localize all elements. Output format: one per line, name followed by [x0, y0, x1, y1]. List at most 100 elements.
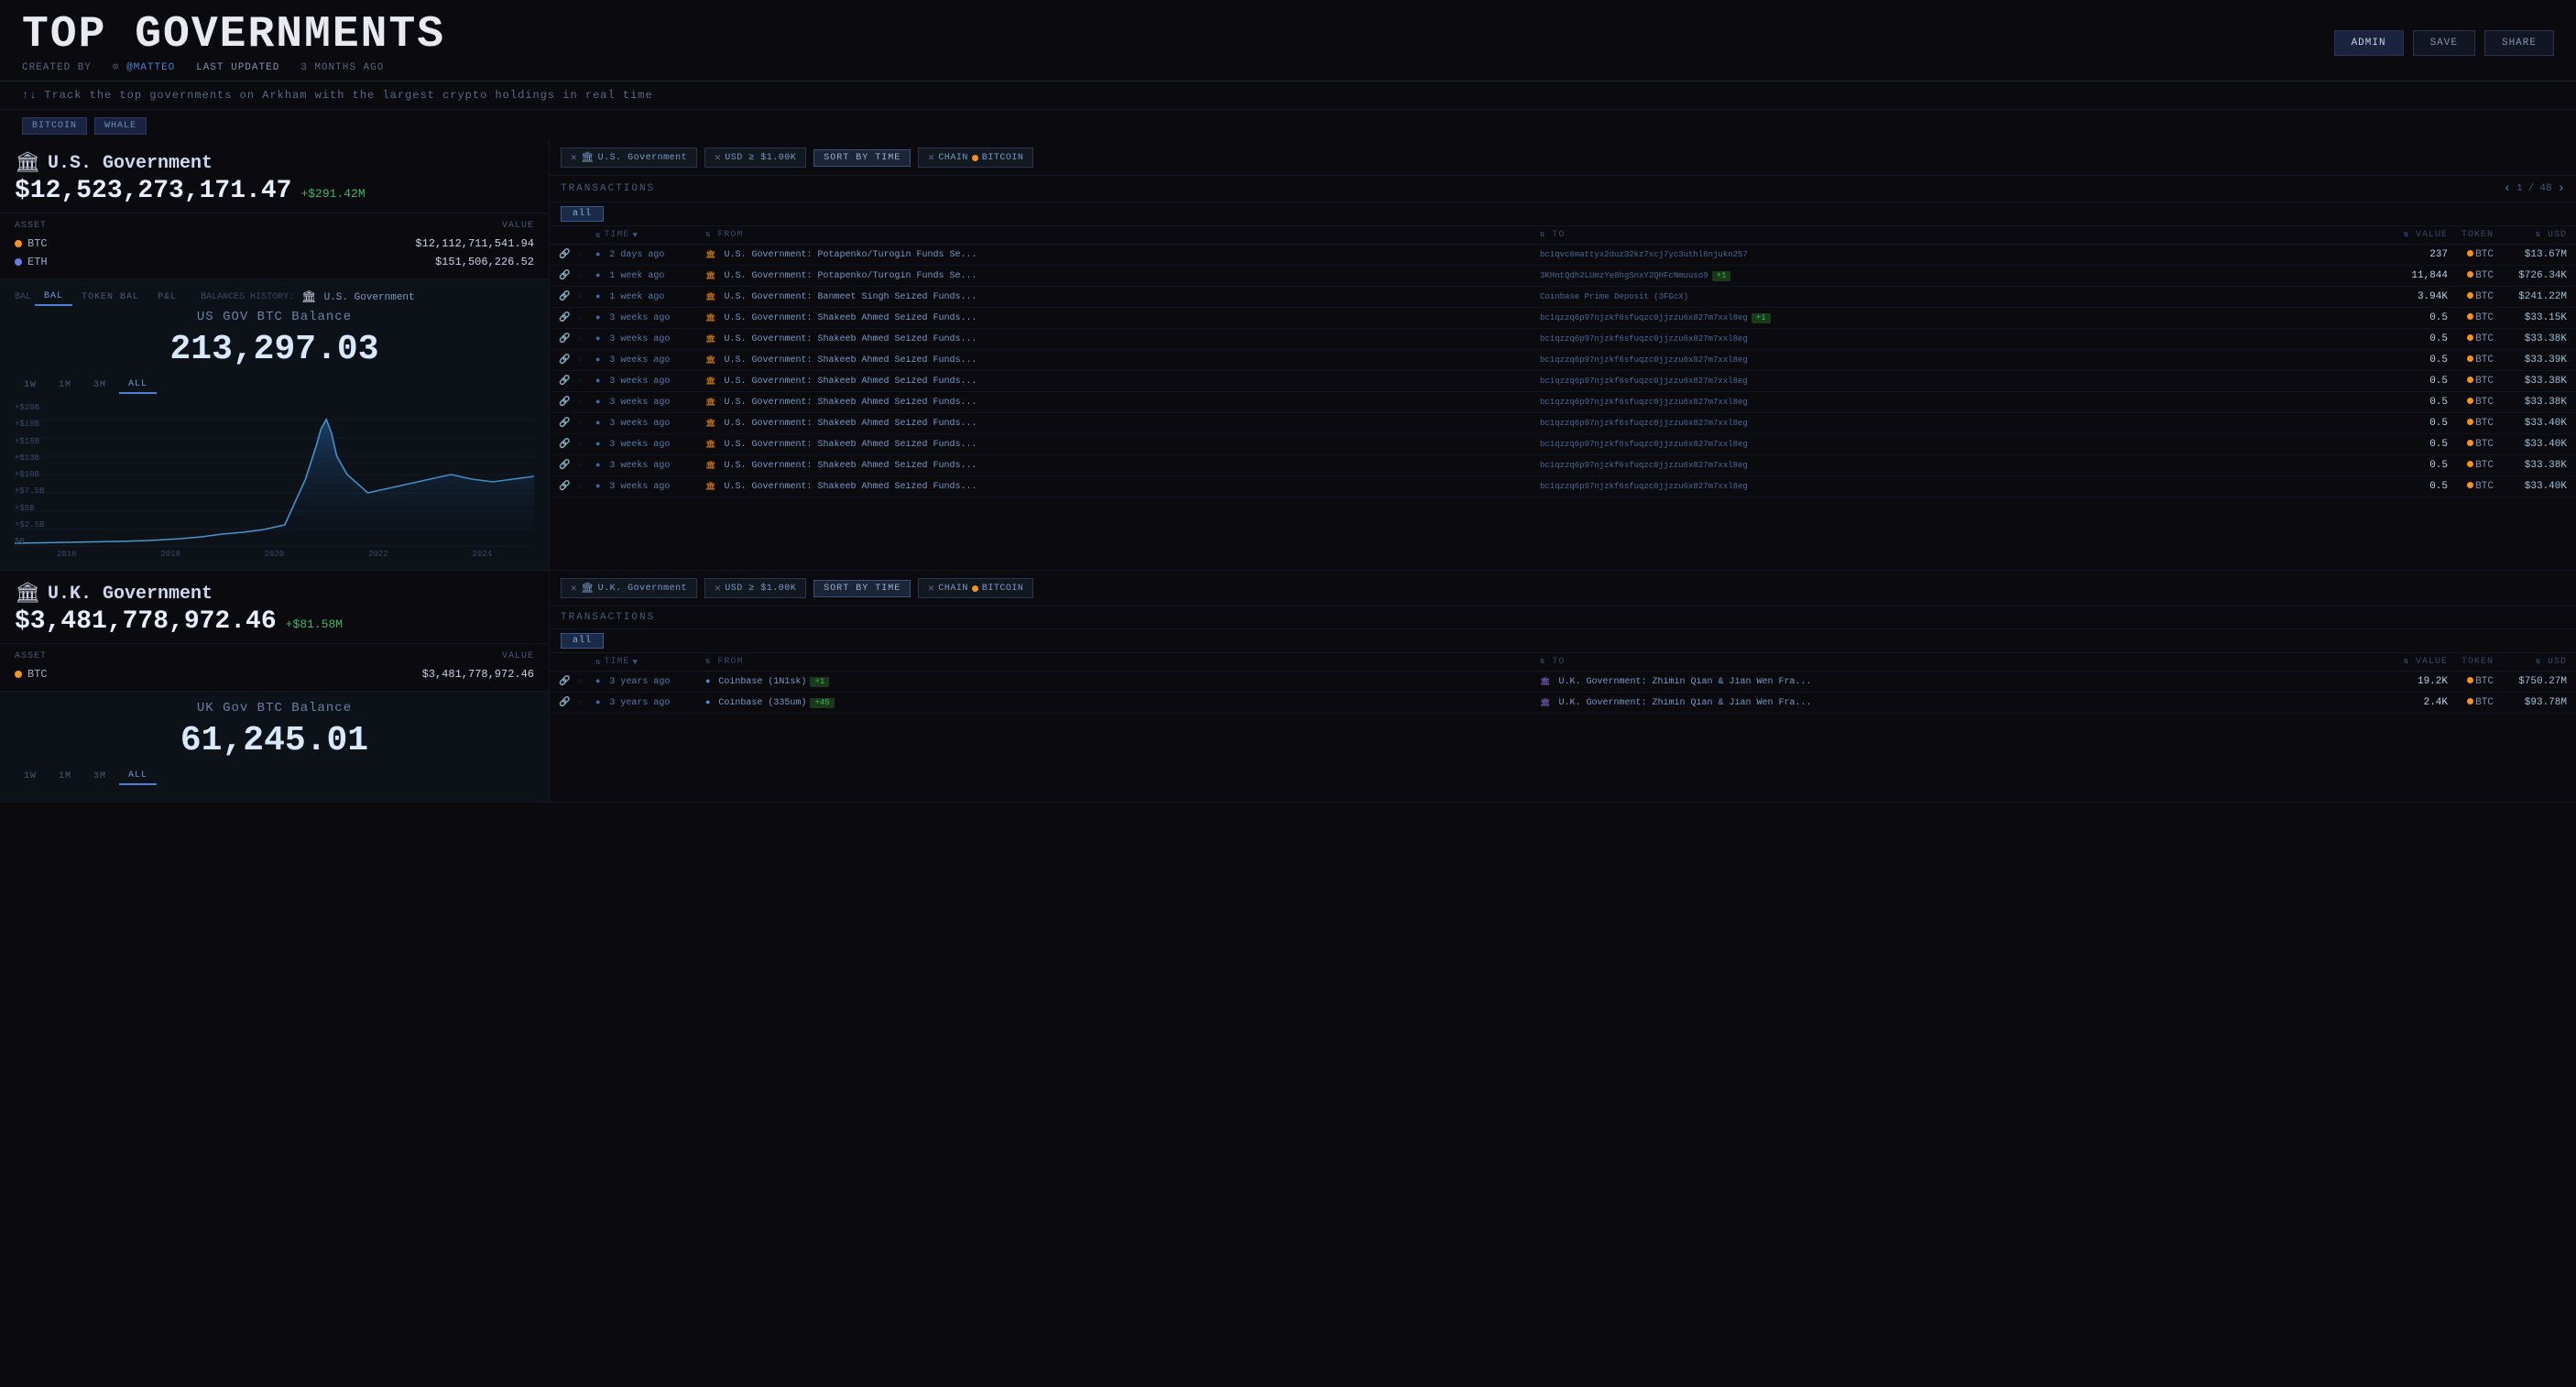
txn-bookmark-10[interactable]: ☆ [577, 460, 595, 471]
txn-bookmark-7[interactable]: ☆ [577, 397, 595, 408]
uk-asset-col-label: ASSET [15, 651, 47, 661]
txn-to-4: bc1qzzq6p97njzkf6sfuqzc0jjzzu6x827m7xxl8… [1540, 334, 2374, 344]
txn-from-text-9: U.S. Government: Shakeeb Ahmed Seized Fu… [724, 440, 977, 450]
txn-bookmark-1[interactable]: ☆ [577, 270, 595, 281]
txn-to-text-2: Coinbase Prime Deposit (3FGcX) [1540, 292, 1688, 301]
us-sort-chip[interactable]: SORT BY TIME [813, 149, 911, 167]
txn-usd-5: $33.39K [2494, 355, 2567, 366]
uk-usd-filter-chip[interactable]: ✕ USD ≥ $1.00K [704, 578, 806, 598]
us-chain-filter-remove[interactable]: ✕ [928, 151, 934, 164]
txn-link-3[interactable]: 🔗 [559, 312, 577, 323]
txn-link-1[interactable]: 🔗 [559, 270, 577, 281]
txn-token-10: BTC [2448, 460, 2494, 471]
uk-sort-chip[interactable]: SORT BY TIME [813, 580, 911, 597]
uk-txn-link-0[interactable]: 🔗 [559, 676, 577, 687]
x-2022: 2022 [368, 550, 388, 559]
x-2024: 2024 [472, 550, 492, 559]
txn-link-11[interactable]: 🔗 [559, 481, 577, 492]
uk-gov-balance: $3,481,778,972.46 [15, 607, 277, 636]
us-usd-filter-chip[interactable]: ✕ USD ≥ $1.00K [704, 147, 806, 168]
txn-link-6[interactable]: 🔗 [559, 376, 577, 387]
uk-tab-1w[interactable]: 1W [15, 768, 46, 785]
us-usd-filter-remove[interactable]: ✕ [715, 151, 721, 164]
txn-bookmark-5[interactable]: ☆ [577, 355, 595, 366]
us-tab-pnl[interactable]: P&L [148, 289, 186, 305]
txn-to-text-0: bc1qvc6mattyx2duz32kz7xcj7yc3uthl6njukn2… [1540, 250, 1748, 259]
txn-to-text-6: bc1qzzq6p97njzkf6sfuqzc0jjzzu6x827m7xxl8… [1540, 377, 1748, 386]
txn-link-8[interactable]: 🔗 [559, 418, 577, 429]
uk-usd-filter-remove[interactable]: ✕ [715, 582, 721, 595]
txn-from-9: 🏛 U.S. Government: Shakeeb Ahmed Seized … [705, 440, 1540, 450]
txn-link-5[interactable]: 🔗 [559, 355, 577, 366]
us-prev-btn[interactable]: ‹ [2504, 181, 2511, 196]
uk-txn-bookmark-1[interactable]: ☆ [577, 697, 595, 708]
us-gov-change: +$291.42M [300, 187, 365, 201]
us-tab-all[interactable]: ALL [119, 377, 157, 394]
uk-chain-filter-chip[interactable]: ✕ CHAIN BITCOIN [918, 578, 1033, 598]
us-txn-row: 🔗 ☆ ● 3 weeks ago 🏛 U.S. Government: Sha… [550, 308, 2576, 329]
us-txn-row: 🔗 ☆ ● 3 weeks ago 🏛 U.S. Government: Sha… [550, 413, 2576, 434]
uk-tab-3m[interactable]: 3M [84, 768, 115, 785]
txn-bookmark-2[interactable]: ☆ [577, 291, 595, 302]
us-tab-1w[interactable]: 1W [15, 377, 46, 394]
uk-txn-time-0: ● 3 years ago [595, 677, 705, 687]
us-gov-icon: 🏛 [15, 151, 40, 175]
txn-time-dot-1: ● [595, 271, 600, 280]
txn-link-10[interactable]: 🔗 [559, 460, 577, 471]
txn-bookmark-4[interactable]: ☆ [577, 333, 595, 344]
us-tab-3m[interactable]: 3M [84, 377, 115, 394]
txn-link-7[interactable]: 🔗 [559, 397, 577, 408]
txn-to-5: bc1qzzq6p97njzkf6sfuqzc0jjzzu6x827m7xxl8… [1540, 355, 2374, 366]
txn-bookmark-8[interactable]: ☆ [577, 418, 595, 429]
txn-token-dot-10 [2467, 461, 2473, 467]
us-tab-tokenbal[interactable]: TOKEN BAL [72, 289, 148, 305]
us-next-btn[interactable]: › [2558, 181, 2565, 196]
us-tab-bal[interactable]: BAL [35, 289, 72, 306]
us-btc-name: BTC [15, 237, 48, 250]
txn-time-2: ● 1 week ago [595, 292, 705, 302]
us-chart-container: +$20B +$18B +$15B +$13B +$10B +$7.5B +$5… [15, 401, 534, 561]
txn-bookmark-11[interactable]: ☆ [577, 481, 595, 492]
txn-value-7: 0.5 [2374, 397, 2448, 408]
admin-button[interactable]: ADMIN [2334, 30, 2404, 56]
uk-gov-filter-chip[interactable]: ✕ 🏛 U.K. Government [561, 578, 697, 598]
uk-btc-dot [15, 671, 22, 678]
txn-token-dot-8 [2467, 419, 2473, 425]
uk-gov-filter-remove[interactable]: ✕ [571, 582, 577, 595]
txn-value-2: 3.94K [2374, 291, 2448, 302]
txn-from-gov-icon-8: 🏛 [705, 419, 715, 428]
us-gov-filter-remove[interactable]: ✕ [571, 151, 577, 164]
share-button[interactable]: SHARE [2484, 30, 2554, 56]
txn-usd-7: $33.38K [2494, 397, 2567, 408]
txn-link-9[interactable]: 🔗 [559, 439, 577, 450]
uk-tab-all[interactable]: ALL [119, 768, 157, 785]
txn-value-1: 11,844 [2374, 270, 2448, 281]
tag-bitcoin: BITCOIN [22, 117, 87, 135]
uk-all-tab[interactable]: all [561, 633, 604, 649]
txn-from-8: 🏛 U.S. Government: Shakeeb Ahmed Seized … [705, 419, 1540, 429]
txn-link-2[interactable]: 🔗 [559, 291, 577, 302]
us-gov-title-row: 🏛 U.S. Government [15, 151, 534, 175]
txn-link-0[interactable]: 🔗 [559, 249, 577, 260]
us-gov-filter-chip[interactable]: ✕ 🏛 U.S. Government [561, 147, 697, 168]
us-chain-value: BITCOIN [982, 153, 1024, 163]
us-tab-1m[interactable]: 1M [49, 377, 81, 394]
txn-bookmark-0[interactable]: ☆ [577, 249, 595, 260]
uk-txn-time-1: ● 3 years ago [595, 698, 705, 708]
txn-bookmark-6[interactable]: ☆ [577, 376, 595, 387]
updated-time: 3 MONTHS AGO [300, 62, 384, 73]
save-button[interactable]: SAVE [2413, 30, 2475, 56]
txn-bookmark-9[interactable]: ☆ [577, 439, 595, 450]
txn-from-text-2: U.S. Government: Banmeet Singh Seized Fu… [724, 292, 977, 302]
txn-bookmark-3[interactable]: ☆ [577, 312, 595, 323]
us-chain-filter-chip[interactable]: ✕ CHAIN BITCOIN [918, 147, 1033, 168]
uk-from-text-0: Coinbase (1N1sk)+1 [718, 677, 829, 687]
uk-chain-filter-remove[interactable]: ✕ [928, 582, 934, 595]
txn-link-4[interactable]: 🔗 [559, 333, 577, 344]
txn-from-gov-icon-9: 🏛 [705, 440, 715, 449]
uk-gov-name: U.K. Government [48, 584, 213, 605]
uk-tab-1m[interactable]: 1M [49, 768, 81, 785]
uk-txn-bookmark-0[interactable]: ☆ [577, 676, 595, 687]
uk-txn-link-1[interactable]: 🔗 [559, 697, 577, 708]
us-all-tab[interactable]: all [561, 206, 604, 222]
